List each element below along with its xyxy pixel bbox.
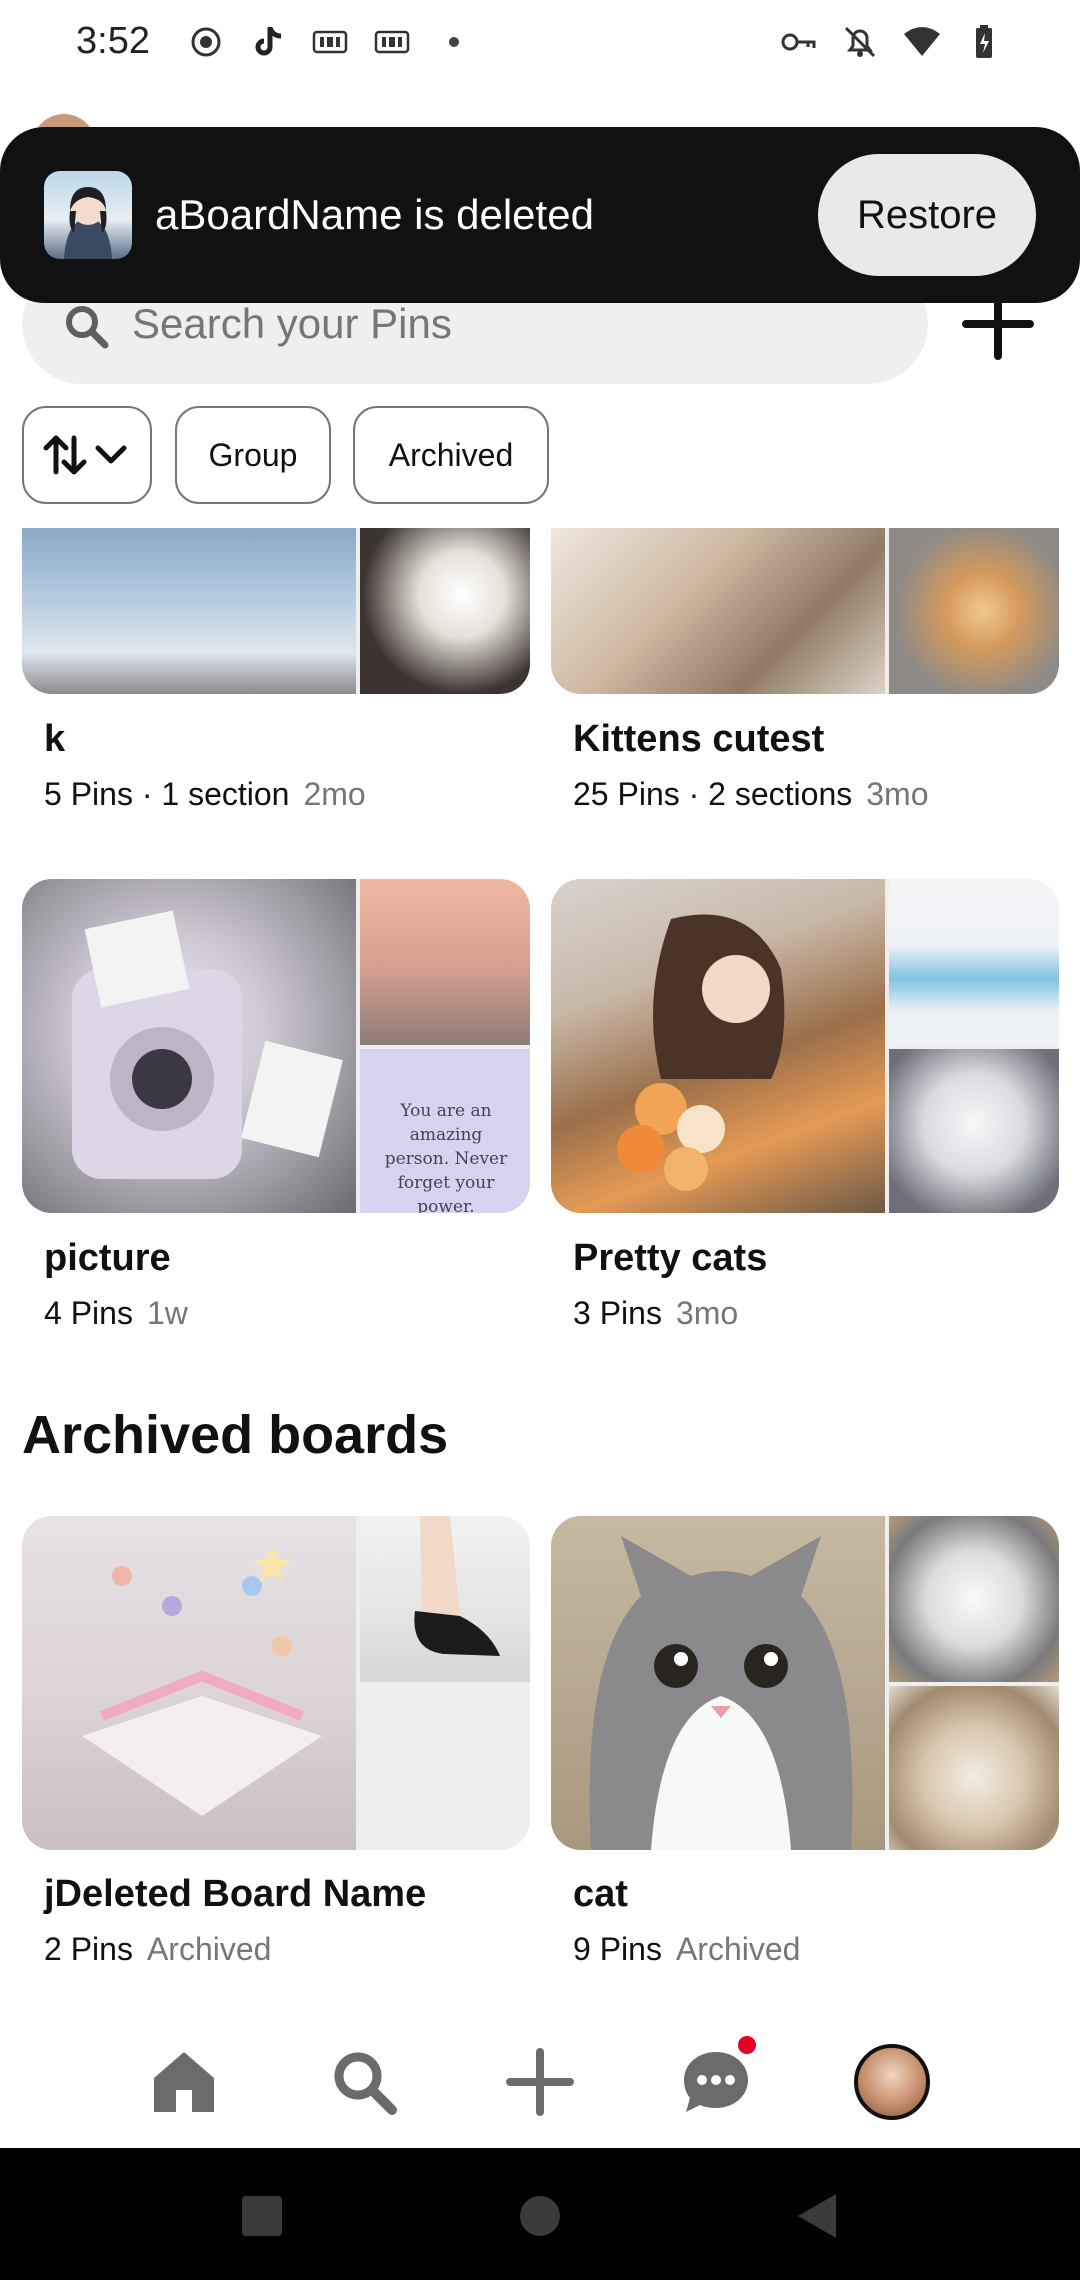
board-meta: 2 Pins Archived [44,1931,272,1967]
board-cover-cat[interactable] [551,1516,1059,1850]
notifications-off-icon [840,22,880,62]
board-cover-picture[interactable]: You are an amazing person. Never forget … [22,879,530,1213]
home-button[interactable] [142,2040,226,2124]
board-title: jDeleted Board Name [44,1873,427,1915]
archived-filter-button[interactable]: Archived [353,406,549,504]
vpn-key-icon [778,22,818,62]
search-placeholder: Search your Pins [132,300,452,347]
square-icon [242,2196,282,2236]
status-time: 3:52 [76,20,150,62]
battery-charging-icon [964,22,1004,62]
system-nav-bar [0,2148,1080,2280]
shoes-image [414,1516,500,1656]
create-icon [506,2048,574,2116]
board-title: k [44,718,66,760]
status-bar: 3:52 [0,0,1080,88]
deleted-snackbar: aBoardName is deleted Restore [0,127,1080,303]
tiktok-icon [248,22,288,62]
sort-button[interactable] [22,406,152,504]
group-filter-button[interactable]: Group [175,406,331,504]
archived-boards-heading: Archived boards [22,1405,449,1465]
board-cover-pretty-cats[interactable] [551,879,1059,1213]
board-meta: 3 Pins 3mo [573,1295,739,1331]
record-icon [186,22,226,62]
messages-button[interactable] [674,2036,758,2124]
iqiyi-icon [372,22,412,62]
back-triangle-icon [798,2194,836,2238]
board-title: Pretty cats [573,1237,768,1279]
dot-icon [434,22,474,62]
search-button[interactable] [322,2040,406,2124]
messages-icon [684,2052,748,2112]
back-button[interactable] [790,2188,846,2244]
board-cover-kittens-cutest[interactable] [551,528,1059,694]
recents-button[interactable] [234,2188,290,2244]
restore-button[interactable]: Restore [818,154,1036,276]
sort-icon [43,435,127,475]
board-meta: 5 Pins · 1 section 2mo [44,776,366,812]
board-title: cat [573,1873,628,1915]
board-meta: 25 Pins · 2 sections 3mo [573,776,929,812]
cat-image [589,1536,853,1850]
profile-avatar[interactable] [854,2044,930,2120]
notification-dot [738,2036,756,2054]
create-button[interactable] [498,2040,582,2124]
board-meta: 9 Pins Archived [573,1931,801,1967]
snackbar-message: aBoardName is deleted [155,191,594,238]
board-title: picture [44,1237,171,1279]
popup-card-image [82,1546,322,1816]
home-icon [154,2052,214,2112]
board-title: Kittens cutest [573,718,825,760]
camera-image [72,910,343,1179]
quote-text: You are an amazing person. Never forget … [384,1101,508,1213]
wifi-icon [902,22,942,62]
search-icon [66,306,109,349]
search-icon [334,2052,397,2115]
home-system-button[interactable] [512,2188,568,2244]
iqiyi-icon [310,22,350,62]
board-meta: 4 Pins 1w [44,1295,188,1331]
board-thumbnail [44,171,132,259]
circle-icon [520,2196,560,2236]
board-cover-k[interactable] [22,528,530,694]
board-cover-jdeleted[interactable] [22,1516,530,1850]
girl-flowers-image [617,914,785,1191]
